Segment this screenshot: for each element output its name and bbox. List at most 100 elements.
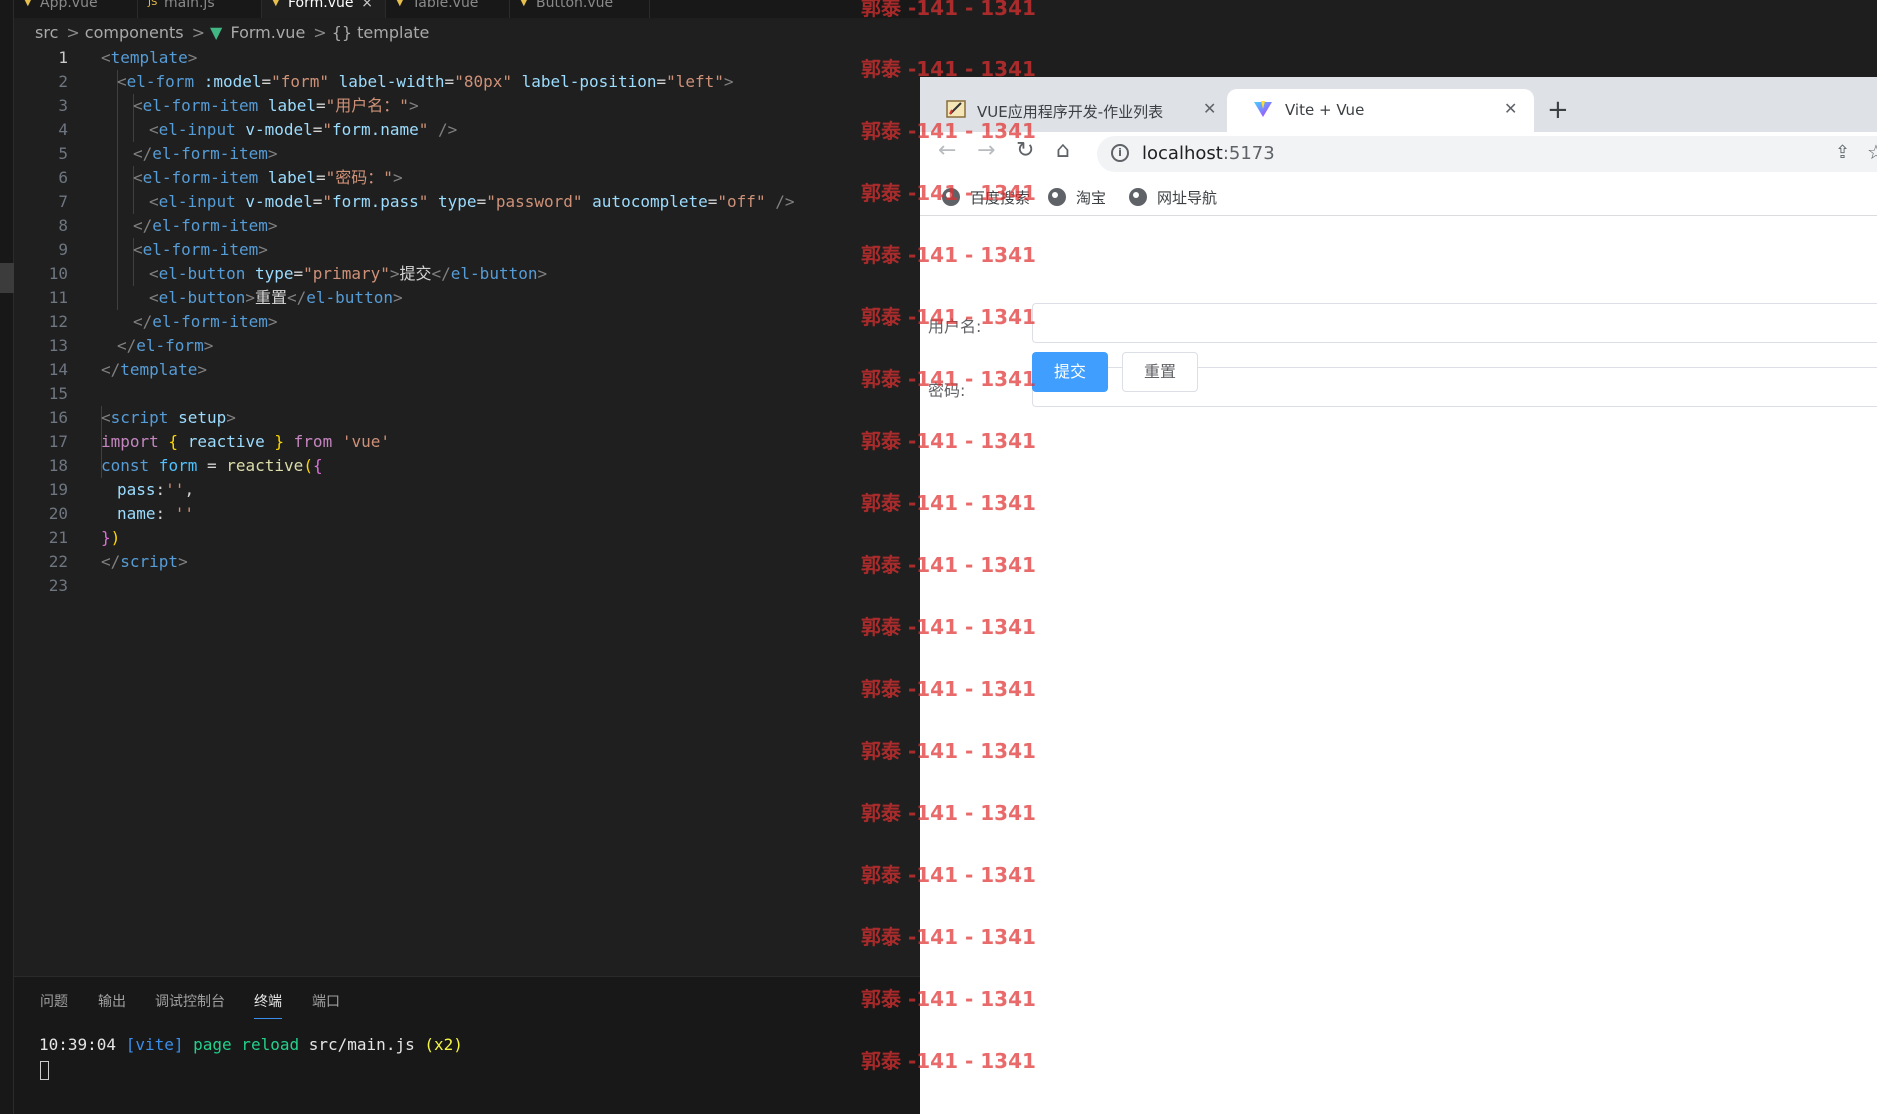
new-tab-button[interactable]: + [1547, 95, 1569, 125]
line-number: 21 [48, 528, 68, 547]
editor-tab-app-vue[interactable]: ▼ App.vue [14, 0, 138, 18]
close-icon[interactable]: × [361, 0, 373, 10]
code-text: <template> [101, 48, 198, 67]
code-line: 3 <el-form-item label="用户名："> [14, 94, 920, 118]
line-number: 12 [48, 312, 68, 331]
code-text: <script setup> [101, 408, 236, 427]
breadcrumb-item-components[interactable]: components [85, 23, 184, 42]
breadcrumb-item-file[interactable]: Form.vue [230, 23, 305, 42]
code-line: 12 </el-form-item> [14, 310, 920, 334]
browser-window: VUE应用程序开发-作业列表 ✕ Vite + Vue ✕ + ← → ↻ ⌂ … [920, 77, 1877, 1114]
code-text: const form = reactive({ [101, 456, 323, 475]
terminal-output[interactable]: 10:39:04 [vite] page reload src/main.js … [39, 1035, 463, 1054]
globe-icon [1048, 188, 1066, 206]
vue-file-icon: ▼ [210, 23, 223, 42]
watermark-text: 郭泰 -141 - 1341 [861, 0, 1036, 20]
watermark-text: 郭泰 -141 - 1341 [861, 491, 1036, 515]
code-line: 8 </el-form-item> [14, 214, 920, 238]
address-bar[interactable]: i localhost:5173 [1097, 136, 1877, 172]
line-number: 22 [48, 552, 68, 571]
watermark-text: 郭泰 -141 - 1341 [861, 801, 1036, 825]
bookmark-taobao[interactable]: 淘宝 [1048, 187, 1106, 208]
code-line: 18 const form = reactive({ [14, 454, 920, 478]
code-text: </el-form-item> [133, 144, 278, 163]
editor-tab-main-js[interactable]: JS main.js [138, 0, 262, 18]
code-text: <el-button type="primary">提交</el-button> [149, 264, 548, 283]
watermark-text: 郭泰 -141 - 1341 [861, 367, 1036, 391]
watermark-text: 郭泰 -141 - 1341 [861, 863, 1036, 887]
line-number: 11 [48, 288, 68, 307]
username-input[interactable] [1032, 303, 1877, 343]
watermark-text: 郭泰 -141 - 1341 [861, 119, 1036, 143]
vue-file-icon: ▼ [272, 0, 280, 8]
code-editor[interactable]: 1 <template> 2 <el-form :model="form" labe… [14, 46, 920, 976]
code-text: pass:'', [117, 480, 195, 499]
browser-tab-strip: VUE应用程序开发-作业列表 ✕ Vite + Vue ✕ + [920, 77, 1877, 132]
line-number: 18 [48, 456, 68, 475]
code-line: 10 <el-button type="primary">提交</el-butto… [14, 262, 920, 286]
globe-icon [1129, 188, 1147, 206]
terminal-cursor [40, 1061, 49, 1080]
code-text: <el-form-item label="密码："> [133, 168, 403, 187]
code-line: 15 [14, 382, 920, 406]
editor-tab-strip: ▼ App.vue JS main.js ▼ Form.vue × ▼ Table.vue… [14, 0, 920, 18]
submit-button[interactable]: 提交 [1032, 352, 1108, 392]
code-line: 2 <el-form :model="form" label-width="80p… [14, 70, 920, 94]
line-number: 2 [58, 72, 68, 91]
breadcrumb-item-symbol[interactable]: {} template [332, 23, 430, 42]
star-icon[interactable]: ☆ [1867, 140, 1877, 164]
watermark-text: 郭泰 -141 - 1341 [861, 739, 1036, 763]
line-number: 14 [48, 360, 68, 379]
editor-tab-label: Button.vue [536, 0, 614, 11]
editor-tab-label: main.js [164, 0, 215, 11]
code-line: 23 [14, 574, 920, 598]
line-number: 1 [58, 48, 68, 67]
line-number: 8 [58, 216, 68, 235]
browser-tab-vite-vue[interactable]: Vite + Vue ✕ [1227, 89, 1534, 132]
terminal-count: (x2) [424, 1035, 463, 1054]
reset-button[interactable]: 重置 [1122, 352, 1198, 392]
code-text: <el-input v-model="form.name" /> [149, 120, 458, 139]
close-icon[interactable]: ✕ [1504, 99, 1517, 118]
watermark-text: 郭泰 -141 - 1341 [861, 615, 1036, 639]
panel-tab-terminal[interactable]: 终端 [254, 991, 282, 1019]
code-text: <el-button>重置</el-button> [149, 288, 403, 307]
line-number: 17 [48, 432, 68, 451]
code-line: 6 <el-form-item label="密码："> [14, 166, 920, 190]
panel-tab-output[interactable]: 输出 [98, 991, 126, 1011]
close-icon[interactable]: ✕ [1203, 99, 1216, 118]
code-text: <el-form-item label="用户名："> [133, 96, 419, 115]
watermark-text: 郭泰 -141 - 1341 [861, 57, 1036, 81]
breadcrumb-item-src[interactable]: src [35, 23, 58, 42]
watermark-text: 郭泰 -141 - 1341 [861, 925, 1036, 949]
editor-tab-label: App.vue [40, 0, 98, 11]
panel-tab-debug-console[interactable]: 调试控制台 [155, 991, 225, 1011]
panel-tab-ports[interactable]: 端口 [312, 991, 340, 1011]
code-line: 13 </el-form> [14, 334, 920, 358]
panel-tab-problems[interactable]: 问题 [40, 991, 68, 1011]
vue-file-icon: ▼ [396, 0, 404, 8]
line-number: 15 [48, 384, 68, 403]
address-host: localhost [1142, 143, 1223, 164]
code-text: name: '' [117, 504, 195, 523]
editor-tab-label: Table.vue [412, 0, 479, 11]
terminal-time: 10:39:04 [39, 1035, 117, 1054]
watermark-text: 郭泰 -141 - 1341 [861, 305, 1036, 329]
watermark-text: 郭泰 -141 - 1341 [861, 429, 1036, 453]
code-text: <el-form :model="form" label-width="80px… [117, 72, 734, 91]
editor-tab-table-vue[interactable]: ▼ Table.vue [386, 0, 510, 18]
code-line: 4 <el-input v-model="form.name" /> [14, 118, 920, 142]
code-text: </el-form-item> [133, 216, 278, 235]
home-icon[interactable]: ⌂ [1056, 138, 1070, 163]
share-icon[interactable]: ⇪ [1835, 142, 1850, 163]
editor-tab-form-vue[interactable]: ▼ Form.vue × [262, 0, 386, 18]
code-text: </script> [101, 552, 188, 571]
info-icon[interactable]: i [1111, 144, 1129, 162]
vite-logo-icon [1254, 101, 1272, 117]
browser-tab-title: Vite + Vue [1285, 101, 1365, 119]
bookmark-navigation[interactable]: 网址导航 [1129, 187, 1217, 208]
editor-tab-button-vue[interactable]: ▼ Button.vue [510, 0, 650, 18]
code-line: 1 <template> [14, 46, 920, 70]
bookmark-label: 淘宝 [1076, 189, 1107, 207]
line-number: 3 [58, 96, 68, 115]
